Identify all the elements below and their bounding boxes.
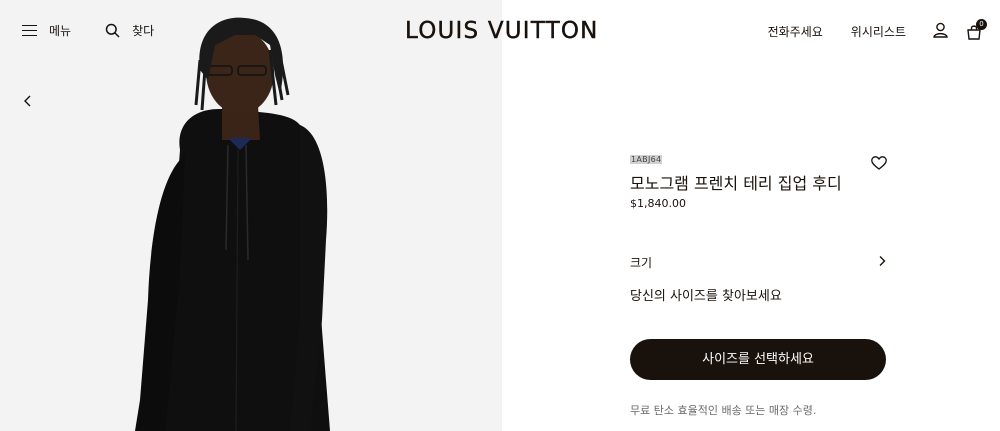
product-title: 모노그램 프렌치 테리 집업 후디 xyxy=(630,174,842,193)
menu-icon xyxy=(22,24,37,37)
product-sku: 1ABJ64 xyxy=(630,155,663,164)
user-icon xyxy=(933,22,948,38)
call-us-link[interactable]: 전화주세요 xyxy=(768,23,823,40)
brand-logo[interactable]: LOUIS VUITTON xyxy=(405,18,599,44)
heart-icon xyxy=(871,156,887,170)
product-price: $1,840.00 xyxy=(630,197,686,210)
wishlist-link[interactable]: 위시리스트 xyxy=(851,23,906,40)
bag-count-badge: 0 xyxy=(976,18,987,30)
menu-button[interactable]: 메뉴 xyxy=(22,22,71,39)
search-button[interactable]: 찾다 xyxy=(105,22,154,39)
menu-label: 메뉴 xyxy=(49,24,72,38)
find-your-size-link[interactable]: 당신의 사이즈를 찾아보세요 xyxy=(630,285,782,304)
header-right: 전화주세요 위시리스트 0 xyxy=(768,18,987,41)
add-to-wishlist-button[interactable] xyxy=(871,155,887,170)
shipping-note: 무료 탄소 효율적인 배송 또는 매장 수령. xyxy=(630,404,817,417)
search-icon xyxy=(105,23,120,38)
size-label: 크기 xyxy=(630,256,653,270)
account-button[interactable] xyxy=(933,22,948,41)
site-header: 메뉴 찾다 LOUIS VUITTON 전화주세요 위시리스트 0 xyxy=(0,0,1000,62)
model-illustration xyxy=(135,17,330,431)
shopping-bag-button[interactable]: 0 xyxy=(966,18,987,40)
search-label: 찾다 xyxy=(132,24,155,38)
select-size-button[interactable]: 사이즈를 선택하세요 xyxy=(630,339,886,380)
size-selector[interactable]: 크기 xyxy=(630,252,888,270)
product-image xyxy=(0,0,502,431)
header-left: 메뉴 찾다 xyxy=(22,22,154,39)
chevron-right-icon xyxy=(879,256,886,266)
chevron-left-icon xyxy=(24,95,31,107)
previous-image-button[interactable] xyxy=(20,92,36,110)
